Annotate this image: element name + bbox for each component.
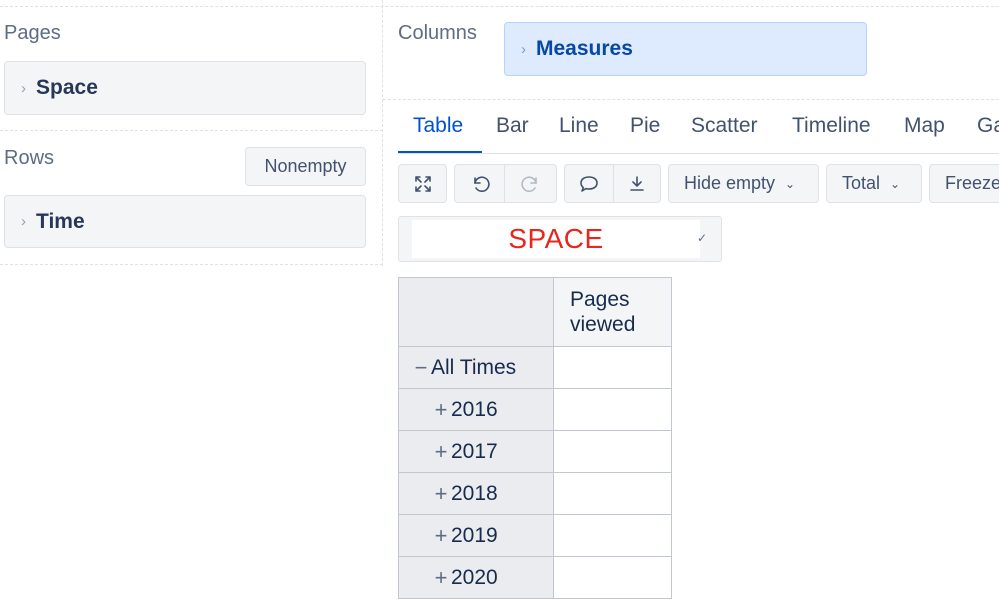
table-cell	[553, 556, 672, 599]
row-label: 2016	[451, 397, 498, 421]
export-icon	[630, 175, 644, 191]
tab-gauge[interactable]: Ga	[977, 114, 999, 152]
comment-icon	[580, 175, 598, 192]
expand-icon[interactable]: +	[431, 481, 451, 507]
table-cell	[553, 430, 672, 473]
table-row: +2018	[398, 472, 672, 515]
tab-bar[interactable]: Bar	[496, 114, 529, 152]
row-header-2019[interactable]: +2019	[398, 514, 554, 557]
table-row: − All Times	[398, 346, 672, 389]
chevron-right-icon: ›	[21, 79, 26, 97]
tab-pie[interactable]: Pie	[630, 114, 660, 152]
undo-icon	[473, 175, 490, 192]
pages-title: Pages	[4, 22, 61, 44]
table-cell	[553, 514, 672, 557]
columns-dimension-measures[interactable]: › Measures	[504, 22, 867, 76]
fullscreen-button[interactable]	[398, 164, 447, 203]
columns-dimension-label: Measures	[536, 37, 633, 60]
redo-icon	[520, 175, 537, 192]
total-dropdown[interactable]: Total ⌄	[826, 164, 922, 203]
pages-dimension-space[interactable]: › Space	[4, 61, 366, 115]
table-cell	[553, 388, 672, 431]
expand-icon[interactable]: +	[431, 397, 451, 423]
total-label: Total	[842, 173, 881, 193]
row-label: All Times	[431, 355, 517, 379]
section-divider	[383, 99, 999, 100]
row-header-all-times[interactable]: − All Times	[398, 346, 554, 389]
tab-line[interactable]: Line	[559, 114, 599, 152]
table-row: +2019	[398, 514, 672, 557]
tabs-divider	[398, 153, 999, 154]
hide-empty-dropdown[interactable]: Hide empty ⌄	[668, 164, 819, 203]
table-header-row: Pages viewed	[398, 277, 672, 347]
rows-dimension-label: Time	[36, 209, 85, 233]
row-label: 2019	[451, 523, 498, 547]
row-label: 2018	[451, 481, 498, 505]
page-selector[interactable]: SPACE ✓	[398, 216, 722, 262]
table-row: +2016	[398, 388, 672, 431]
tab-scatter[interactable]: Scatter	[691, 114, 758, 152]
tab-map[interactable]: Map	[904, 114, 945, 152]
layout-panel: Pages › Space Rows Nonempty › Time	[0, 0, 383, 266]
table-cell	[553, 346, 672, 389]
pivot-table: Pages viewed − All Times +2016 +2017 +201…	[398, 277, 672, 599]
row-header-2016[interactable]: +2016	[398, 388, 554, 431]
row-label: 2017	[451, 439, 498, 463]
chevron-right-icon: ›	[521, 40, 526, 58]
chevron-down-icon: ⌄	[785, 176, 796, 191]
chevron-right-icon: ›	[21, 213, 26, 230]
table-row: +2017	[398, 430, 672, 473]
pages-dimension-label: Space	[36, 76, 98, 99]
row-header-2017[interactable]: +2017	[398, 430, 554, 473]
export-button[interactable]	[613, 164, 661, 203]
table-cell	[553, 472, 672, 515]
fullscreen-icon	[414, 175, 431, 192]
active-tab-indicator	[398, 151, 482, 153]
tab-table[interactable]: Table	[413, 114, 463, 152]
table-corner	[398, 277, 554, 347]
columns-title: Columns	[398, 22, 477, 44]
comment-button[interactable]	[564, 164, 614, 203]
row-header-2020[interactable]: +2020	[398, 556, 554, 599]
rows-dimension-time[interactable]: › Time	[4, 195, 366, 248]
section-divider	[0, 264, 383, 265]
chevron-down-icon: ✓	[696, 231, 707, 245]
collapse-icon[interactable]: −	[411, 355, 431, 381]
undo-button[interactable]	[454, 164, 505, 203]
expand-icon[interactable]: +	[431, 565, 451, 591]
table-row: +2020	[398, 556, 672, 599]
nonempty-button[interactable]: Nonempty	[245, 147, 366, 186]
row-label: 2020	[451, 565, 498, 589]
rows-title: Rows	[4, 147, 55, 169]
redo-button[interactable]	[504, 164, 557, 203]
section-divider	[0, 130, 383, 131]
expand-icon[interactable]: +	[431, 523, 451, 549]
chevron-down-icon: ⌄	[890, 176, 901, 191]
row-header-2018[interactable]: +2018	[398, 472, 554, 515]
column-header-pages-viewed[interactable]: Pages viewed	[553, 277, 672, 347]
hide-empty-label: Hide empty	[684, 173, 776, 193]
freeze-label: Freeze	[945, 173, 999, 193]
expand-icon[interactable]: +	[431, 439, 451, 465]
page-selector-value: SPACE	[412, 220, 700, 258]
tab-timeline[interactable]: Timeline	[792, 114, 871, 152]
freeze-dropdown[interactable]: Freeze	[929, 164, 999, 203]
